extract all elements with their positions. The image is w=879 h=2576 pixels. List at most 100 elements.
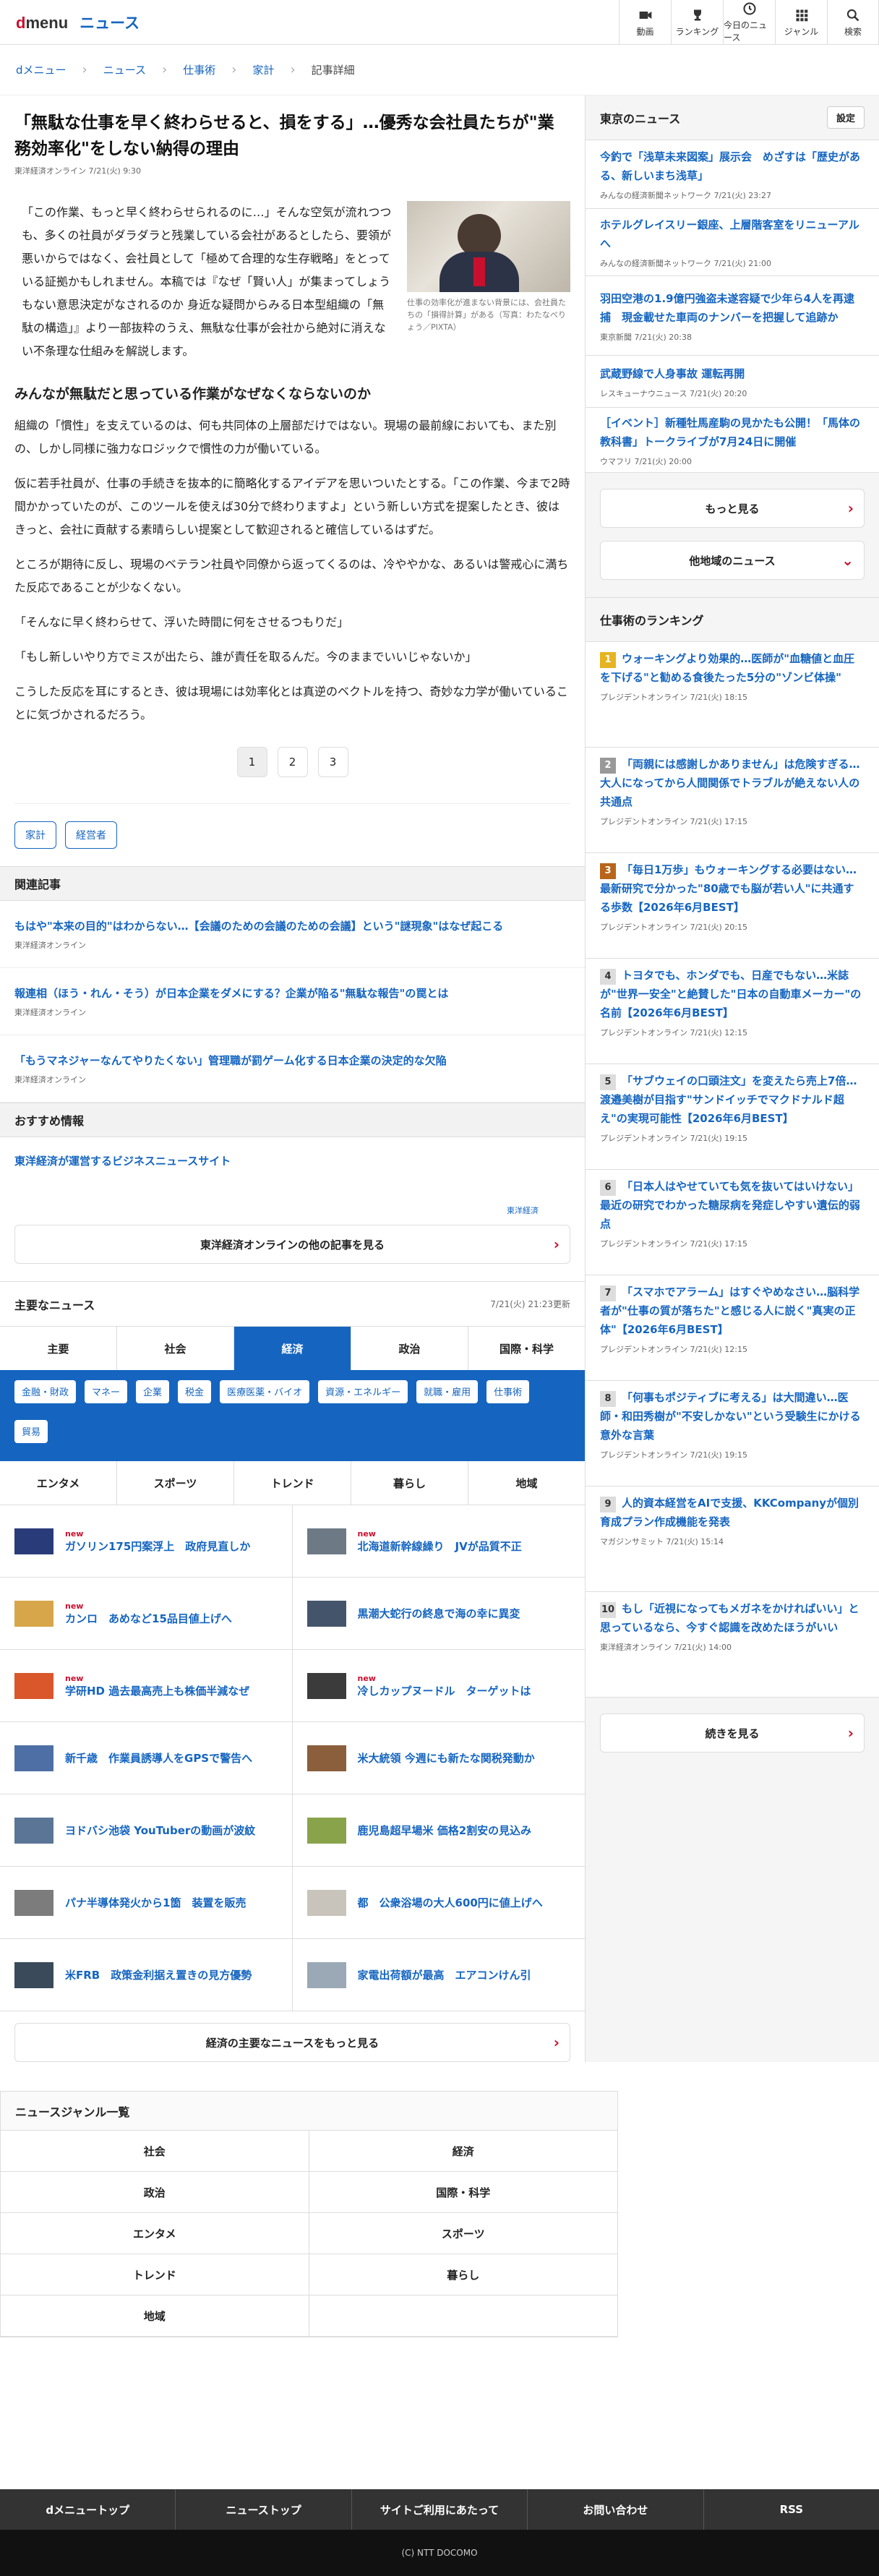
genre-item[interactable]: 地域 bbox=[1, 2295, 309, 2337]
ranking-title[interactable]: 3 「毎日1万歩」もウォーキングする必要はない…最新研究で分かった"80歳でも脳が… bbox=[600, 860, 865, 917]
related-item[interactable]: もはや"本来の目的"はわからない…【会議のための会議のための会議】という"謎現象… bbox=[0, 901, 585, 968]
news-item[interactable]: new ガソリン175円案浮上 政府見直しか bbox=[0, 1505, 293, 1578]
ranking-item[interactable]: 1 ウォーキングより効果的…医師が"血糖値と血圧を下げる"と勧める食後たった5分の… bbox=[586, 642, 879, 748]
tokyo-news-item[interactable]: 羽田空港の1.9億円強盗未遂容疑で少年ら4人を再逮捕 現金載せた車両のナンバーを… bbox=[586, 276, 879, 356]
related-item[interactable]: 報連相（ほう・れん・そう）が日本企業をダメにする？企業が陥る"無駄な報告"の罠と… bbox=[0, 968, 585, 1035]
news-thumbnail[interactable] bbox=[14, 1817, 53, 1844]
tag-household[interactable]: 家計 bbox=[14, 821, 56, 849]
related-title[interactable]: もはや"本来の目的"はわからない…【会議のための会議のための会議】という"謎現象… bbox=[14, 918, 570, 933]
breadcrumb-news[interactable]: ニュース bbox=[103, 62, 146, 77]
subtag[interactable]: 貿易 bbox=[14, 1420, 48, 1443]
subtag[interactable]: 企業 bbox=[136, 1380, 170, 1403]
news-title[interactable]: new ガソリン175円案浮上 政府見直しか bbox=[65, 1529, 250, 1554]
subtag[interactable]: 就職・雇用 bbox=[416, 1380, 479, 1403]
tab-region[interactable]: 地域 bbox=[468, 1461, 585, 1505]
tokyo-news-title[interactable]: 羽田空港の1.9億円強盗未遂容疑で少年ら4人を再逮捕 現金載せた車両のナンバーを… bbox=[600, 289, 865, 327]
ranking-item[interactable]: 6 「日本人はやせていても気を抜いてはいけない」最近の研究でわかった糖尿病を発症し… bbox=[586, 1170, 879, 1275]
news-title[interactable]: 新千歳 作業員誘導人をGPSで警告へ bbox=[65, 1750, 252, 1766]
news-thumbnail[interactable] bbox=[306, 1817, 346, 1844]
nav-search[interactable]: 検索 bbox=[827, 0, 879, 45]
photo-image[interactable] bbox=[407, 201, 570, 292]
footer-rss[interactable]: RSS bbox=[704, 2489, 879, 2530]
news-title[interactable]: 黒潮大蛇行の終息で海の幸に異変 bbox=[358, 1606, 520, 1621]
subtag[interactable]: 金融・財政 bbox=[14, 1380, 77, 1403]
nav-video[interactable]: 動画 bbox=[619, 0, 671, 45]
ranking-item[interactable]: 10 もし「近視になってもメガネをかければいい」と思っているなら、今すぐ認識を改め… bbox=[586, 1592, 879, 1698]
tokyo-news-item[interactable]: 武蔵野線で人身事故 運転再開 レスキューナウニュース 7/21(火) 20:20 bbox=[586, 356, 879, 408]
recommend-link[interactable]: 東洋経済が運営するビジネスニュースサイト bbox=[14, 1153, 570, 1168]
article-photo[interactable]: 仕事の効率化が進まない背景には、会社員たちの「損得計算」がある（写真：わたなべり… bbox=[407, 201, 570, 363]
news-item[interactable]: new 学研HD 過去最高売上も株価半減なぜ bbox=[0, 1650, 293, 1722]
news-thumbnail[interactable] bbox=[14, 1889, 53, 1916]
ranking-item[interactable]: 3 「毎日1万歩」もウォーキングする必要はない…最新研究で分かった"80歳でも脳が… bbox=[586, 853, 879, 959]
news-thumbnail[interactable] bbox=[306, 1889, 346, 1916]
news-title[interactable]: new 学研HD 過去最高売上も株価半減なぜ bbox=[65, 1674, 249, 1698]
tab-entertainment[interactable]: エンタメ bbox=[0, 1461, 117, 1505]
ranking-title[interactable]: 9 人的資本経営をAIで支援、KKCompanyが個別育成プラン作成機能を発表 bbox=[600, 1494, 865, 1531]
tab-living[interactable]: 暮らし bbox=[351, 1461, 468, 1505]
breadcrumb-work[interactable]: 仕事術 bbox=[183, 62, 215, 77]
ranking-title[interactable]: 1 ウォーキングより効果的…医師が"血糖値と血圧を下げる"と勧める食後たった5分の… bbox=[600, 649, 865, 687]
subtag[interactable]: 仕事術 bbox=[486, 1380, 530, 1403]
ranking-item[interactable]: 5 「サブウェイの口頭注文」を変えたら売上7倍…渡邉美樹が目指す"サンドイッチでマ… bbox=[586, 1064, 879, 1170]
news-thumbnail[interactable] bbox=[306, 1672, 346, 1699]
news-item[interactable]: 米FRB 政策金利据え置きの見方優勢 bbox=[0, 1939, 293, 2011]
news-thumbnail[interactable] bbox=[14, 1961, 53, 1988]
page-1[interactable]: 1 bbox=[236, 747, 267, 777]
ranking-item[interactable]: 9 人的資本経営をAIで支援、KKCompanyが個別育成プラン作成機能を発表 マガ… bbox=[586, 1486, 879, 1592]
ranking-item[interactable]: 2 「両親には感謝しかありません」は危険すぎる…大人になってから人間関係でトラブル… bbox=[586, 748, 879, 853]
news-item[interactable]: 米大統領 今週にも新たな関税発動か bbox=[292, 1722, 585, 1794]
tokyo-news-title[interactable]: ［イベント］新種牡馬産駒の見かたも公開！「馬体の教科書」トークライブが7月24日… bbox=[600, 414, 865, 451]
tab-society[interactable]: 社会 bbox=[117, 1327, 234, 1370]
tokyo-news-item[interactable]: ［イベント］新種牡馬産駒の見かたも公開！「馬体の教科書」トークライブが7月24日… bbox=[586, 408, 879, 473]
genre-item[interactable]: 社会 bbox=[1, 2131, 309, 2172]
subtag[interactable]: 税金 bbox=[178, 1380, 212, 1403]
nav-genre[interactable]: ジャンル bbox=[775, 0, 827, 45]
other-region-button[interactable]: 他地域のニュース ⌄ bbox=[600, 541, 865, 580]
tab-main[interactable]: 主要 bbox=[0, 1327, 117, 1370]
toyokeizai-more-button[interactable]: 東洋経済オンラインの他の記事を見る › bbox=[14, 1225, 570, 1264]
news-title[interactable]: パナ半導体発火から1箇 装置を販売 bbox=[65, 1895, 246, 1910]
news-item[interactable]: new 北海道新幹線繰り JVが品質不正 bbox=[292, 1505, 585, 1578]
genre-item[interactable]: 国際・科学 bbox=[309, 2172, 617, 2213]
tokyo-news-item[interactable]: ホテルグレイスリー銀座、上層階客室をリニューアルへ みんなの経済新聞ネットワーク … bbox=[586, 209, 879, 276]
ranking-title[interactable]: 10 もし「近視になってもメガネをかければいい」と思っているなら、今すぐ認識を改め… bbox=[600, 1599, 865, 1637]
news-thumbnail[interactable] bbox=[306, 1600, 346, 1627]
news-item[interactable]: new カンロ あめなど15品目値上げへ bbox=[0, 1578, 293, 1650]
news-thumbnail[interactable] bbox=[14, 1528, 53, 1554]
tab-economy[interactable]: 経済 bbox=[234, 1327, 351, 1370]
genre-item[interactable]: 暮らし bbox=[309, 2254, 617, 2295]
tokyo-news-title[interactable]: 今釣で「浅草未来図案」展示会 めざすは「歴史がある、新しいまち浅草」 bbox=[600, 147, 865, 185]
news-thumbnail[interactable] bbox=[14, 1600, 53, 1627]
subtag[interactable]: マネー bbox=[85, 1380, 128, 1403]
page-2[interactable]: 2 bbox=[277, 747, 308, 777]
ranking-title[interactable]: 6 「日本人はやせていても気を抜いてはいけない」最近の研究でわかった糖尿病を発症し… bbox=[600, 1177, 865, 1233]
news-item[interactable]: 黒潮大蛇行の終息で海の幸に異変 bbox=[292, 1578, 585, 1650]
tab-international[interactable]: 国際・科学 bbox=[468, 1327, 585, 1370]
news-title[interactable]: 米大統領 今週にも新たな関税発動か bbox=[358, 1750, 535, 1766]
news-item[interactable]: ヨドバシ池袋 YouTuberの動画が波紋 bbox=[0, 1794, 293, 1867]
news-title[interactable]: 鹿児島超早場米 価格2割安の見込み bbox=[358, 1823, 532, 1838]
news-item[interactable]: 鹿児島超早場米 価格2割安の見込み bbox=[292, 1794, 585, 1867]
related-title[interactable]: 「もうマネジャーなんてやりたくない」管理職が罰ゲーム化する日本企業の決定的な欠陥 bbox=[14, 1053, 570, 1068]
ranking-title[interactable]: 4 トヨタでも、ホンダでも、日産でもない…米誌が"世界一安全"と絶賛した"日本の自… bbox=[600, 966, 865, 1022]
page-3[interactable]: 3 bbox=[317, 747, 348, 777]
news-thumbnail[interactable] bbox=[306, 1745, 346, 1771]
genre-item[interactable]: エンタメ bbox=[1, 2213, 309, 2254]
news-title[interactable]: new 北海道新幹線繰り JVが品質不正 bbox=[358, 1529, 522, 1554]
subtag[interactable]: 医療医薬・バイオ bbox=[220, 1380, 310, 1403]
ranking-title[interactable]: 8 「何事もポジティブに考える」は大間違い…医師・和田秀樹が"不安しかない"という… bbox=[600, 1388, 865, 1445]
tokyo-more-button[interactable]: もっと見る › bbox=[600, 489, 865, 528]
settings-button[interactable]: 設定 bbox=[826, 106, 865, 129]
genre-item[interactable]: 政治 bbox=[1, 2172, 309, 2213]
ranking-title[interactable]: 7 「スマホでアラーム」はすぐやめなさい…脳科学者が"仕事の質が落ちた"と感じる人… bbox=[600, 1283, 865, 1339]
related-title[interactable]: 報連相（ほう・れん・そう）が日本企業をダメにする？企業が陥る"無駄な報告"の罠と… bbox=[14, 985, 570, 1001]
news-title[interactable]: 米FRB 政策金利据え置きの見方優勢 bbox=[65, 1967, 252, 1982]
breadcrumb-household[interactable]: 家計 bbox=[252, 62, 274, 77]
news-thumbnail[interactable] bbox=[306, 1961, 346, 1988]
breadcrumb-dmenu[interactable]: dメニュー bbox=[16, 62, 67, 77]
ranking-more-button[interactable]: 続きを見る › bbox=[600, 1713, 865, 1753]
tag-manager[interactable]: 経営者 bbox=[65, 821, 117, 849]
tokyo-news-item[interactable]: 今釣で「浅草未来図案」展示会 めざすは「歴史がある、新しいまち浅草」 みんなの経済… bbox=[586, 140, 879, 209]
ranking-title[interactable]: 5 「サブウェイの口頭注文」を変えたら売上7倍…渡邉美樹が目指す"サンドイッチでマ… bbox=[600, 1071, 865, 1128]
